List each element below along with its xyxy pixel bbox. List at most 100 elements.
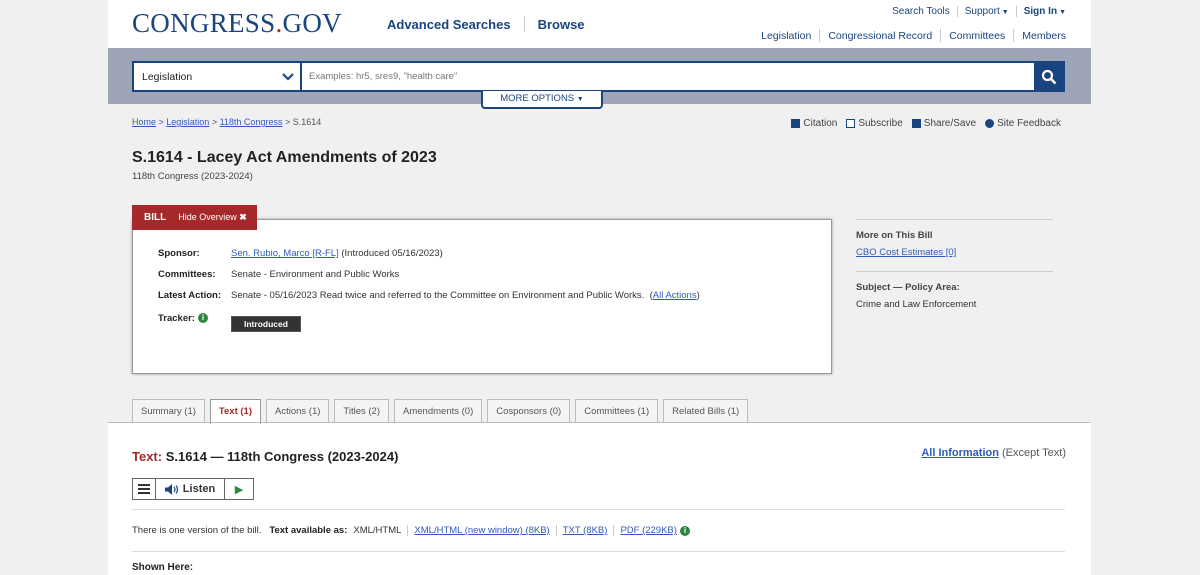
feedback-tool[interactable]: Site Feedback: [985, 118, 1061, 129]
logo-tld: GOV: [282, 8, 342, 38]
nav-members[interactable]: Members: [1022, 30, 1066, 42]
format-xml-current: XML/HTML: [353, 525, 402, 536]
breadcrumb-legislation[interactable]: Legislation: [166, 117, 209, 127]
hamburger-icon: [138, 484, 150, 494]
sign-in-menu[interactable]: Sign In ▼: [1024, 6, 1066, 17]
divider: [132, 551, 1065, 552]
cbo-estimates-link[interactable]: CBO Cost Estimates [0]: [856, 247, 956, 258]
all-information-link[interactable]: All Information: [921, 447, 999, 459]
bill-tab-header: BILL Hide Overview ✖: [132, 205, 257, 230]
search-button[interactable]: [1034, 63, 1063, 90]
committees-value: Senate - Environment and Public Works: [231, 269, 400, 280]
policy-area-heading: Subject — Policy Area:: [856, 282, 960, 293]
bill-sidebar: More on This Bill CBO Cost Estimates [0]…: [856, 219, 1053, 323]
format-divider: [613, 525, 615, 536]
tab-amendments[interactable]: Amendments (0): [394, 399, 483, 423]
util-divider: [956, 6, 958, 17]
divider: [856, 219, 1053, 220]
format-divider: [555, 525, 557, 536]
tab-text[interactable]: Text (1): [209, 399, 261, 424]
text-title: S.1614 — 118th Congress (2023-2024): [165, 449, 399, 464]
support-menu[interactable]: Support ▼: [965, 6, 1009, 17]
breadcrumb: Home > Legislation > 118th Congress > S.…: [132, 117, 322, 127]
nav-advanced-searches[interactable]: Advanced Searches: [387, 17, 511, 32]
speech-bubble-icon: [985, 119, 995, 128]
utility-nav: Search Tools Support ▼ Sign In ▼: [892, 6, 1066, 17]
sign-in-label: Sign In: [1023, 6, 1058, 17]
site-logo[interactable]: CONGRESS.GOV: [132, 8, 342, 39]
tab-related-bills[interactable]: Related Bills (1): [663, 399, 749, 423]
play-button[interactable]: ▶: [225, 479, 253, 499]
more-options-toggle[interactable]: MORE OPTIONS ▼: [481, 91, 603, 109]
format-pdf-link[interactable]: PDF (229KB): [620, 525, 677, 536]
share-tool[interactable]: Share/Save: [911, 118, 976, 129]
latest-action-label: Latest Action:: [158, 290, 221, 301]
info-icon[interactable]: i: [197, 313, 208, 324]
tab-summary[interactable]: Summary (1): [132, 399, 205, 423]
listen-player: Listen ▶: [132, 478, 254, 500]
speaker-icon: [164, 483, 178, 495]
available-as-label: Text available as:: [269, 525, 348, 536]
search-input[interactable]: [302, 63, 1034, 90]
collection-select[interactable]: Legislation: [134, 63, 302, 90]
nav-legislation[interactable]: Legislation: [761, 30, 811, 42]
versions-note: There is one version of the bill.: [132, 525, 262, 536]
format-txt-link[interactable]: TXT (8KB): [563, 525, 608, 536]
player-menu-button[interactable]: [133, 479, 156, 499]
divider: [132, 509, 1065, 510]
tab-committees[interactable]: Committees (1): [575, 399, 659, 423]
close-icon: ✖: [239, 212, 247, 222]
feedback-label: Site Feedback: [997, 118, 1061, 129]
divider: [856, 271, 1053, 272]
subscribe-tool[interactable]: Subscribe: [846, 118, 903, 129]
collection-select-value: Legislation: [142, 70, 193, 83]
secondary-nav: Legislation Congressional Record Committ…: [761, 29, 1066, 42]
listen-button[interactable]: Listen: [156, 479, 225, 499]
sponsor-link[interactable]: Sen. Rubio, Marco [R-FL]: [231, 248, 339, 259]
latest-action-row: Latest Action: Senate - 05/16/2023 Read …: [158, 290, 700, 301]
search-tools-link[interactable]: Search Tools: [892, 6, 950, 17]
format-xml-new-window-link[interactable]: XML/HTML (new window) (8KB): [414, 525, 549, 536]
all-actions-link[interactable]: All Actions: [653, 290, 697, 301]
latest-action-value: Senate - 05/16/2023 Read twice and refer…: [231, 290, 645, 301]
main-nav: Advanced Searches Browse: [387, 16, 585, 32]
util-divider: [1015, 6, 1017, 17]
text-prefix: Text:: [132, 449, 163, 464]
tab-cosponsors[interactable]: Cosponsors (0): [487, 399, 571, 423]
page-container: CONGRESS.GOV Advanced Searches Browse Se…: [108, 0, 1091, 575]
hide-overview-button[interactable]: Hide Overview ✖: [178, 212, 257, 223]
breadcrumb-congress[interactable]: 118th Congress: [220, 117, 283, 127]
breadcrumb-home[interactable]: Home: [132, 117, 156, 127]
more-on-bill-heading: More on This Bill: [856, 230, 933, 241]
nav-divider: [1013, 29, 1015, 42]
bill-overview-box: Sponsor: Sen. Rubio, Marco [R-FL] (Intro…: [132, 219, 832, 374]
tab-actions[interactable]: Actions (1): [266, 399, 330, 423]
chevron-down-icon: ▼: [576, 96, 584, 103]
except-text-note: (Except Text): [1002, 447, 1066, 459]
nav-congressional-record[interactable]: Congressional Record: [828, 30, 932, 42]
quote-icon: [791, 119, 801, 128]
page-title: S.1614 - Lacey Act Amendments of 2023: [132, 149, 437, 166]
nav-committees[interactable]: Committees: [949, 30, 1005, 42]
tracker-row: Tracker: i Introduced: [158, 313, 301, 332]
play-icon: ▶: [234, 483, 244, 496]
share-icon: [911, 119, 921, 128]
nav-divider: [940, 29, 942, 42]
all-information-wrap: All Information (Except Text): [921, 447, 1066, 459]
citation-tool[interactable]: Citation: [791, 118, 837, 129]
envelope-icon: [846, 119, 856, 128]
hide-overview-label: Hide Overview: [178, 212, 237, 222]
introduced-date: (Introduced 05/16/2023): [341, 248, 443, 259]
text-section: Text: S.1614 — 118th Congress (2023-2024…: [108, 422, 1091, 573]
tab-titles[interactable]: Titles (2): [334, 399, 390, 423]
more-options-label: MORE OPTIONS: [500, 93, 575, 104]
search-bar-region: Legislation MORE OPTIONS ▼: [108, 48, 1091, 109]
listen-label: Listen: [182, 483, 216, 495]
support-label: Support: [964, 6, 1000, 17]
policy-area-value: Crime and Law Enforcement: [856, 299, 977, 310]
tracker-label: Tracker:: [158, 313, 195, 324]
chevron-down-icon: ▼: [1059, 9, 1066, 16]
info-icon[interactable]: i: [679, 525, 690, 536]
nav-browse[interactable]: Browse: [538, 17, 585, 32]
search-form: Legislation: [132, 61, 1065, 92]
